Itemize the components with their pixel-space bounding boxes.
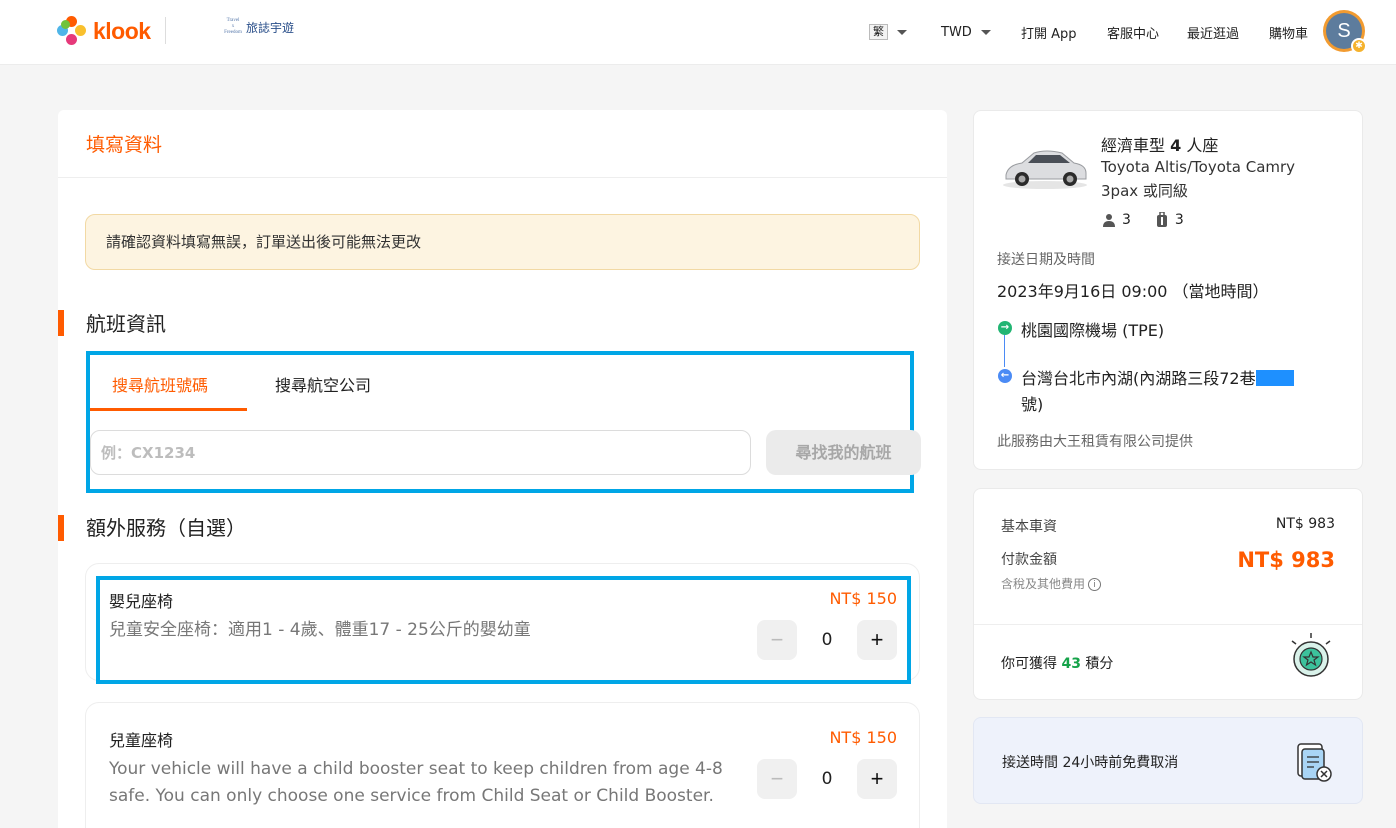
redacted-block	[1255, 370, 1294, 386]
car-type-prefix: 經濟車型	[1101, 136, 1171, 155]
car-image	[1003, 150, 1087, 189]
service-price: NT$ 150	[829, 728, 897, 747]
recently-viewed-link[interactable]: 最近逛過	[1187, 0, 1239, 64]
logo-divider	[165, 17, 166, 44]
service-name: 嬰兒座椅	[109, 592, 174, 611]
klook-logo-icon	[57, 16, 87, 46]
luggage-count: 3	[1174, 212, 1184, 228]
free-cancellation-card: 接送時間 24小時前免費取消	[973, 717, 1363, 804]
brand-name: klook	[93, 17, 151, 44]
total-label: 付款金額	[1001, 552, 1057, 568]
flight-section-title: 航班資訊	[86, 312, 166, 336]
car-note: 3pax 或同級	[1101, 182, 1188, 200]
pickup-datetime: 2023年9月16日 09:00 （當地時間）	[997, 282, 1269, 301]
arrival-arrow-icon: ←	[998, 369, 1012, 383]
service-description: 兒童安全座椅：適用1 - 4歲、體重17 - 25公斤的嬰幼童	[109, 620, 531, 640]
service-provider: 此服務由大王租賃有限公司提供	[997, 434, 1193, 450]
tab-flight-number[interactable]: 搜尋航班號碼	[112, 372, 208, 396]
title-divider	[58, 177, 947, 178]
chevron-down-icon	[897, 29, 907, 35]
base-fare-value: NT$ 983	[1275, 516, 1335, 532]
service-name: 兒童座椅	[109, 731, 174, 750]
points-value: 43	[1061, 656, 1081, 672]
find-flight-button[interactable]: 尋找我的航班	[766, 430, 921, 475]
partner-name: 旅誌宇遊	[246, 20, 295, 35]
tax-note: 含稅及其他費用	[1001, 577, 1086, 591]
chevron-down-icon	[980, 29, 991, 35]
tax-note-row: 含稅及其他費用 i	[1001, 575, 1102, 592]
reward-medal-icon	[1291, 633, 1331, 677]
service-price: NT$ 150	[829, 589, 897, 608]
booking-form-card: 填寫資料 請確認資料填寫無誤，訂單送出後可能無法更改 航班資訊 搜尋航班號碼 搜…	[58, 110, 947, 828]
car-type-suffix: 人座	[1181, 136, 1219, 155]
extras-section-title: 額外服務（自選）	[86, 516, 246, 540]
passenger-icon	[1103, 214, 1115, 227]
quantity-stepper: − 0 +	[757, 759, 897, 799]
points-prefix: 你可獲得	[1001, 656, 1062, 672]
base-fare-label: 基本車資	[1001, 519, 1057, 535]
points-suffix: 積分	[1080, 656, 1114, 672]
quantity-value: 0	[821, 769, 833, 789]
car-models: Toyota Altis/Toyota Camry	[1101, 158, 1296, 176]
language-selector[interactable]: 繁	[869, 0, 907, 64]
tab-airline[interactable]: 搜尋航空公司	[275, 372, 371, 396]
flight-number-input[interactable]	[90, 430, 751, 475]
car-summary-card: 經濟車型 4 人座 Toyota Altis/Toyota Camry 3pax…	[973, 110, 1363, 470]
capacity-row: 3 3	[1102, 212, 1184, 228]
open-app-link[interactable]: 打開 App	[1021, 0, 1077, 64]
cart-link[interactable]: 購物車	[1269, 0, 1308, 64]
route-connector	[1004, 335, 1005, 367]
top-header: klook Travel x Freedom 旅誌宇遊 繁 TWD 打開 App…	[0, 0, 1396, 65]
info-icon[interactable]: i	[1088, 578, 1102, 591]
increase-button[interactable]: +	[857, 620, 897, 660]
pickup-location: 桃園國際機場 (TPE)	[1021, 321, 1165, 340]
points-row: 你可獲得 43 積分	[1001, 653, 1113, 673]
cancellation-document-icon	[1297, 743, 1332, 782]
klook-logo[interactable]: klook	[57, 16, 151, 46]
cancellation-text: 接送時間 24小時前免費取消	[1002, 755, 1179, 771]
quantity-value: 0	[821, 630, 833, 650]
support-link[interactable]: 客服中心	[1107, 0, 1159, 64]
language-label: 繁	[869, 24, 888, 40]
service-description: Your vehicle will have a child booster s…	[109, 759, 723, 806]
car-type-title: 經濟車型 4 人座	[1101, 132, 1218, 156]
pickup-label: 接送日期及時間	[997, 252, 1095, 268]
total-value: NT$ 983	[1237, 548, 1335, 572]
dropoff-line1: 台灣台北市內湖(內湖路三段72巷	[1021, 369, 1256, 388]
luggage-icon	[1156, 212, 1167, 227]
dropoff-location: 台灣台北市內湖(內湖路三段72巷	[1021, 365, 1294, 389]
member-badge-icon: ✱	[1351, 38, 1367, 54]
quantity-stepper: − 0 +	[757, 620, 897, 660]
departure-arrow-icon: →	[998, 321, 1012, 335]
price-card: 基本車資 NT$ 983 付款金額 NT$ 983 含稅及其他費用 i 你可獲得 …	[973, 488, 1363, 700]
increase-button[interactable]: +	[857, 759, 897, 799]
active-tab-indicator	[90, 408, 247, 411]
price-divider	[974, 624, 1362, 625]
partner-tagline: Travel x Freedom	[222, 18, 244, 36]
decrease-button[interactable]: −	[757, 759, 797, 799]
section-accent-bar	[58, 310, 64, 336]
user-avatar[interactable]: S ✱	[1323, 10, 1367, 54]
section-accent-bar	[58, 515, 64, 541]
car-type-seats: 4	[1170, 136, 1182, 155]
decrease-button[interactable]: −	[757, 620, 797, 660]
page-title: 填寫資料	[86, 134, 163, 156]
confirmation-notice: 請確認資料填寫無誤，訂單送出後可能無法更改	[85, 214, 920, 270]
dropoff-line2: 號)	[1021, 395, 1044, 414]
passenger-count: 3	[1122, 212, 1131, 228]
partner-logo: Travel x Freedom 旅誌宇遊	[222, 18, 294, 36]
currency-label: TWD	[941, 24, 972, 40]
partner-tagline-bottom: Freedom	[224, 30, 242, 35]
currency-selector[interactable]: TWD	[941, 0, 991, 64]
